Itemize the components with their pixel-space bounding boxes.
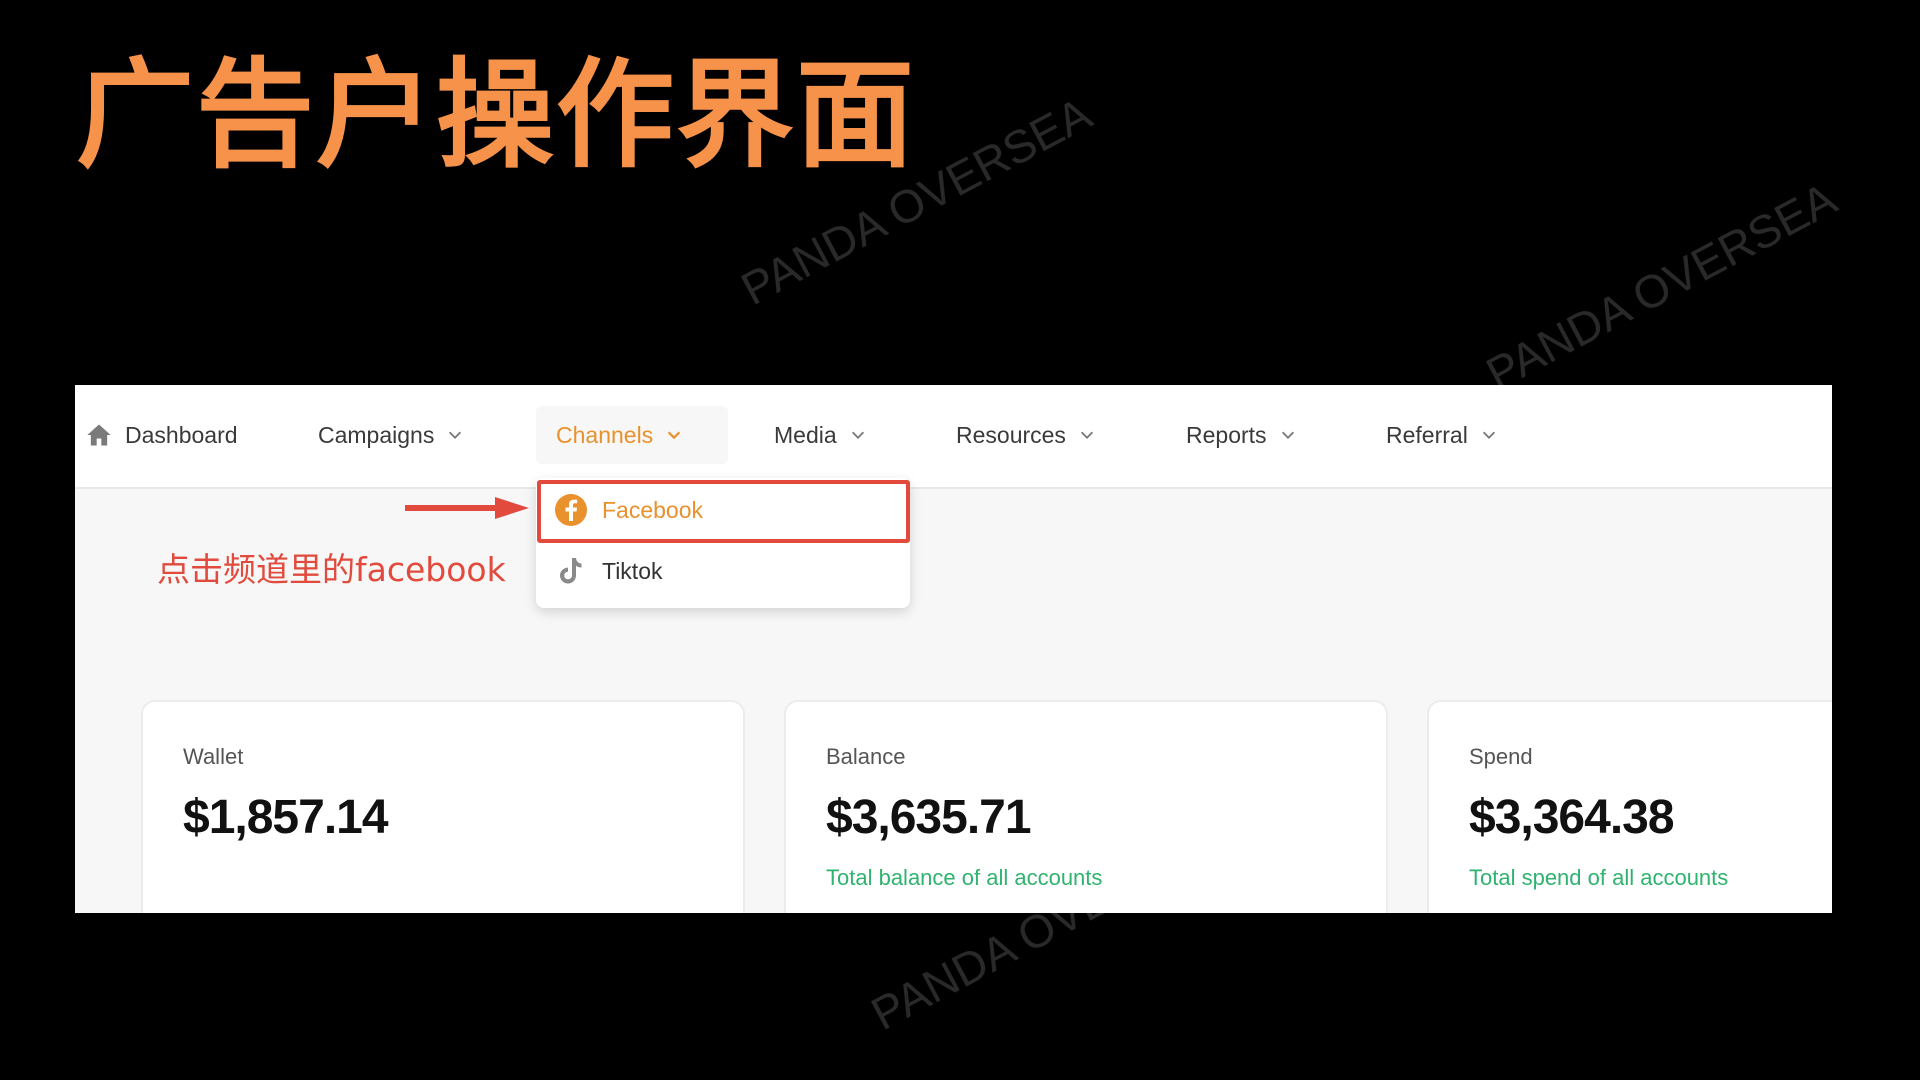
card-note: Total balance of all accounts: [826, 865, 1103, 890]
nav-item-channels[interactable]: Channels: [536, 406, 728, 464]
nav-item-label: Reports: [1186, 421, 1267, 448]
chevron-down-icon: [1080, 431, 1093, 439]
spend-card: Spend $3,364.38 Total spend of all accou…: [1427, 700, 1832, 913]
chevron-down-icon: [668, 431, 681, 440]
nav-item-label: Resources: [956, 421, 1066, 448]
nav-item-label: Dashboard: [125, 421, 238, 448]
card-value: $3,364.38: [1469, 791, 1675, 844]
annotation-text: 点击频道里的facebook: [157, 550, 506, 589]
card-value: $1,857.14: [183, 791, 389, 844]
facebook-highlight-box: [537, 480, 910, 543]
nav-item-dashboard[interactable]: Dashboard: [85, 406, 238, 464]
nav-item-label: Campaigns: [318, 421, 435, 448]
card-note: Total spend of all accounts: [1469, 865, 1729, 890]
watermark: PANDA OVERSEA: [1477, 172, 1845, 400]
chevron-down-icon: [851, 431, 864, 439]
nav-item-label: Media: [774, 421, 837, 448]
wallet-card: Wallet $1,857.14: [141, 700, 745, 913]
chevron-down-icon: [1482, 431, 1495, 439]
red-arrow-annotation: [405, 497, 529, 519]
card-label: Spend: [1469, 744, 1533, 769]
balance-card: Balance $3,635.71 Total balance of all a…: [784, 700, 1388, 913]
app-screenshot: Dashboard Campaigns Channels Media Resou…: [75, 385, 1832, 913]
top-navbar: Dashboard Campaigns Channels Media Resou…: [75, 385, 1832, 489]
nav-item-campaigns[interactable]: Campaigns: [318, 406, 464, 464]
nav-item-label: Channels: [556, 421, 654, 448]
card-label: Balance: [826, 744, 906, 769]
nav-item-label: Referral: [1386, 421, 1468, 448]
home-icon: [87, 424, 111, 446]
tiktok-icon: [560, 558, 582, 584]
nav-item-media[interactable]: Media: [774, 406, 867, 464]
slide-title: 广告户操作界面: [76, 45, 917, 184]
nav-item-reports[interactable]: Reports: [1186, 406, 1297, 464]
chevron-down-icon: [449, 431, 462, 439]
nav-item-referral[interactable]: Referral: [1386, 406, 1498, 464]
card-label: Wallet: [183, 744, 244, 769]
nav-item-resources[interactable]: Resources: [956, 406, 1096, 464]
card-value: $3,635.71: [826, 791, 1032, 844]
chevron-down-icon: [1281, 431, 1294, 439]
dropdown-item-label: Tiktok: [602, 557, 663, 584]
dropdown-item-tiktok[interactable]: Tiktok: [536, 541, 910, 601]
